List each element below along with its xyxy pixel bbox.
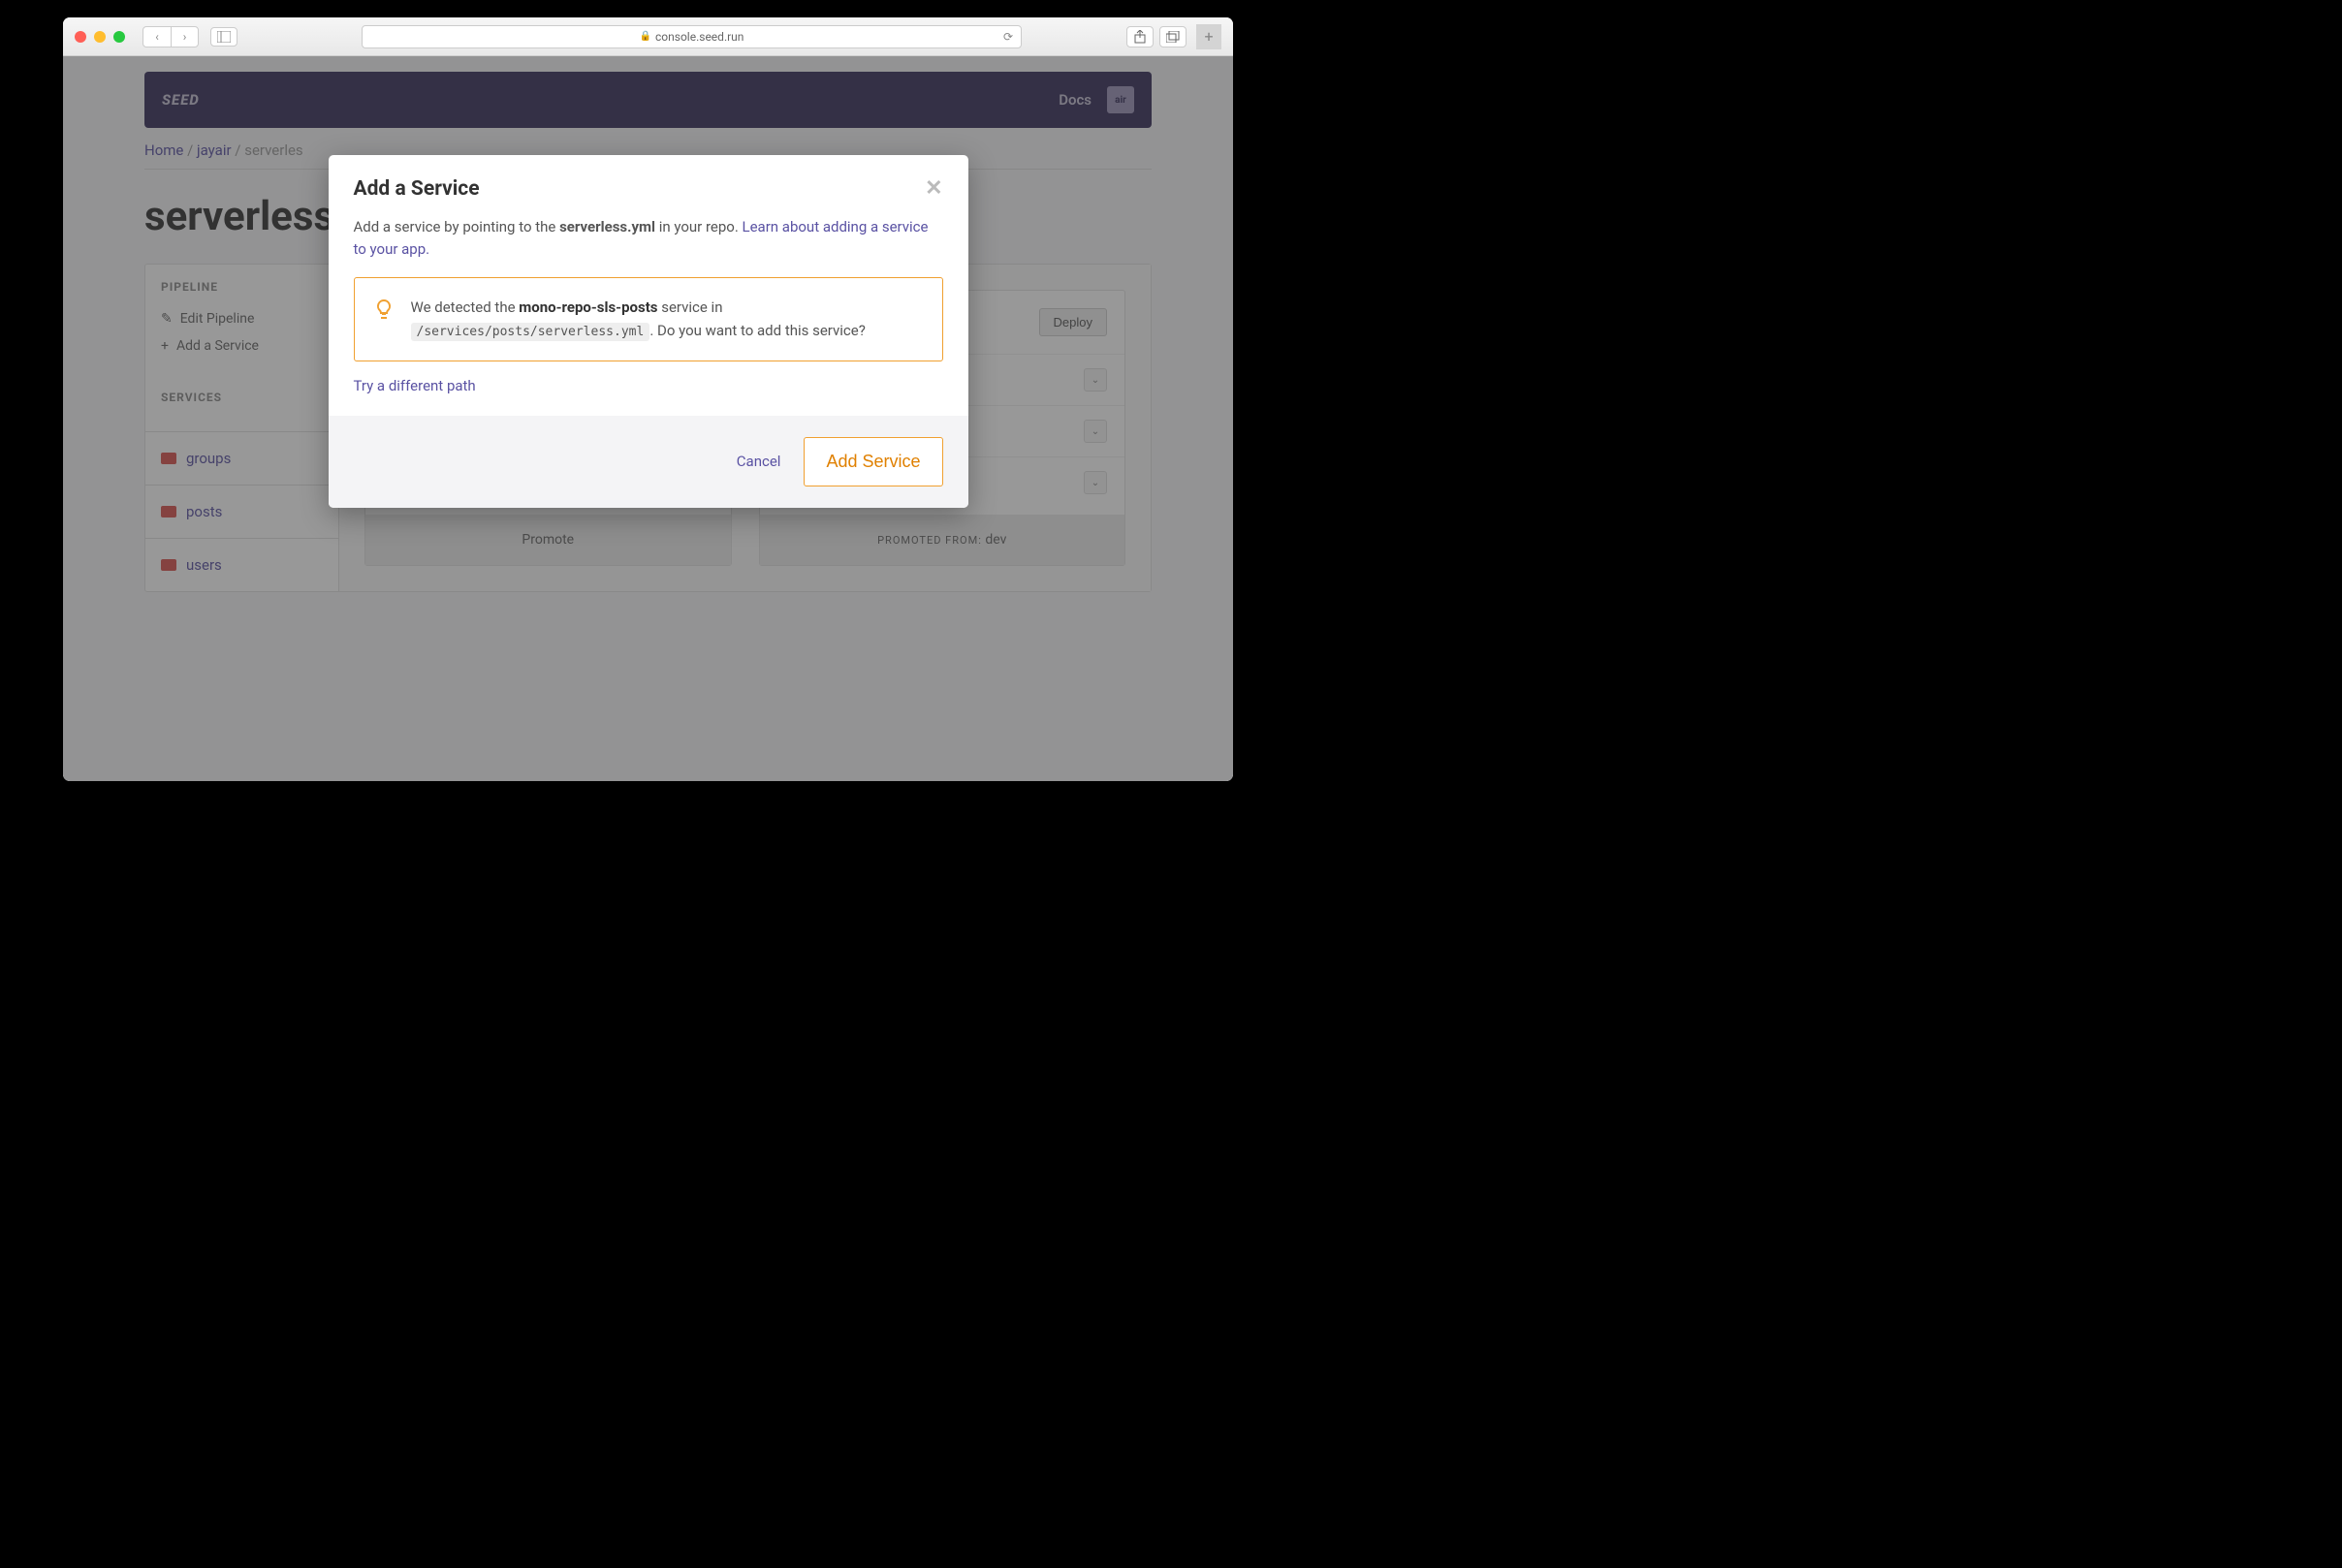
sidebar-toggle-button[interactable] bbox=[210, 27, 237, 47]
maximize-window-button[interactable] bbox=[113, 31, 125, 43]
lock-icon: 🔒 bbox=[640, 31, 651, 42]
add-service-modal: Add a Service ✕ Add a service by pointin… bbox=[329, 155, 968, 508]
back-button[interactable]: ‹ bbox=[143, 27, 171, 47]
page-content: SEED Docs air Home / jayair / serverles … bbox=[63, 56, 1233, 781]
url-text: console.seed.run bbox=[655, 30, 744, 44]
minimize-window-button[interactable] bbox=[94, 31, 106, 43]
browser-chrome: ‹ › 🔒 console.seed.run ⟳ + bbox=[63, 17, 1233, 56]
browser-right-buttons: + bbox=[1126, 24, 1221, 49]
modal-description: Add a service by pointing to the serverl… bbox=[354, 216, 943, 260]
close-window-button[interactable] bbox=[75, 31, 86, 43]
detect-box: We detected the mono-repo-sls-posts serv… bbox=[354, 277, 943, 361]
url-bar[interactable]: 🔒 console.seed.run ⟳ bbox=[362, 25, 1022, 48]
close-icon[interactable]: ✕ bbox=[925, 176, 942, 201]
share-button[interactable] bbox=[1126, 26, 1154, 47]
nav-buttons: ‹ › bbox=[142, 26, 199, 47]
traffic-lights bbox=[75, 31, 125, 43]
modal-title: Add a Service bbox=[354, 177, 480, 201]
cancel-button[interactable]: Cancel bbox=[737, 453, 781, 470]
tabs-button[interactable] bbox=[1159, 26, 1187, 47]
lightbulb-icon bbox=[372, 298, 396, 321]
reload-button[interactable]: ⟳ bbox=[1003, 30, 1013, 44]
browser-window: ‹ › 🔒 console.seed.run ⟳ + SEED Doc bbox=[63, 17, 1233, 781]
add-service-button[interactable]: Add Service bbox=[804, 437, 942, 486]
forward-button[interactable]: › bbox=[171, 27, 198, 47]
try-different-path-link[interactable]: Try a different path bbox=[354, 377, 943, 394]
detect-text: We detected the mono-repo-sls-posts serv… bbox=[411, 296, 866, 343]
new-tab-button[interactable]: + bbox=[1196, 24, 1221, 49]
